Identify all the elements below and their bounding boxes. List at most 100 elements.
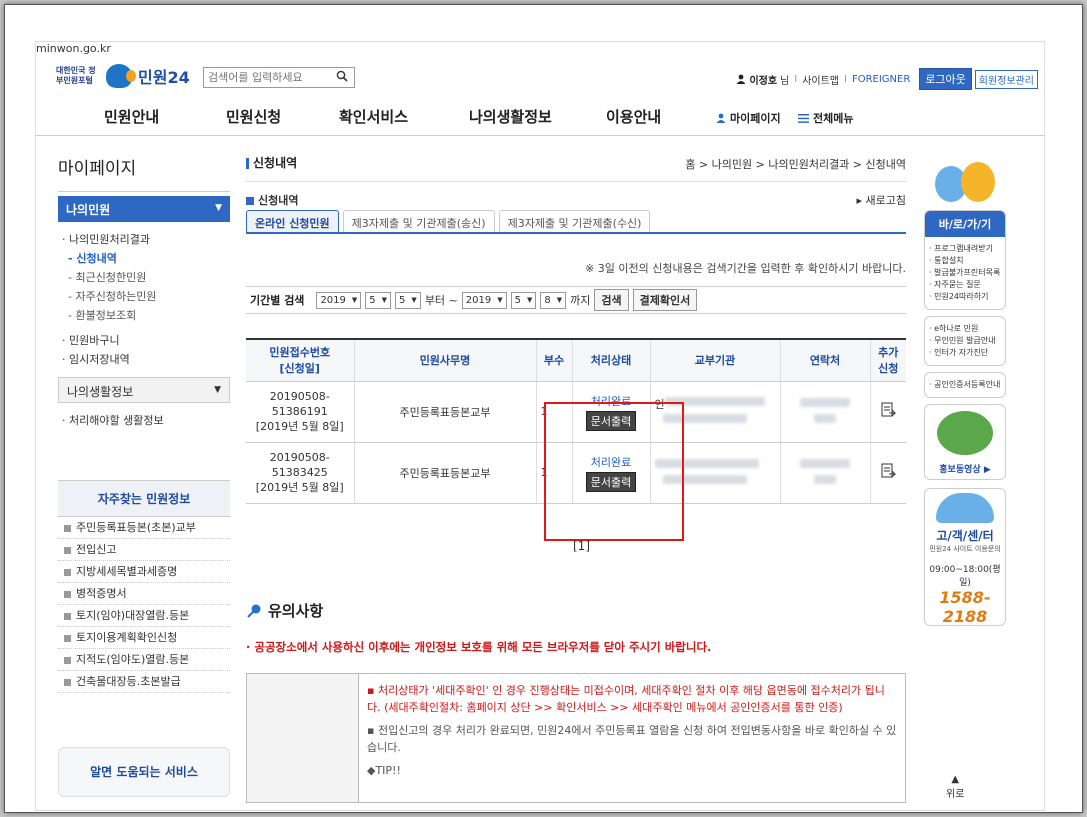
lnb-item-temp[interactable]: · 임시저장내역 [62,350,226,369]
quick-link[interactable]: · 민원24따라하기 [929,291,1001,303]
frequent-item-label: 병적증명서 [76,587,127,600]
quick-link-label: 민원24따라하기 [934,292,989,301]
gnb-item-guide[interactable]: 민원안내 [104,106,159,127]
chevron-down-icon: ▼ [351,296,358,304]
foreigner-link[interactable]: FOREIGNER [852,74,910,85]
frequent-item[interactable]: 건축물대장등.초본발급 [58,671,230,693]
quick-link-label: 무인민원 발급안내 [934,336,996,345]
table-header-row: 민원접수번호 [신청일] 민원사무명 부수 처리상태 교부기관 연락처 추가 신청 [246,339,906,382]
quick-links-title: 바/로/가/기 [925,211,1005,237]
from-year-select[interactable]: 2019 ▼ [316,291,362,309]
frequent-item-label: 지적도(임야도)열람.등본 [76,653,190,666]
lnb-item-refund[interactable]: - 환불정보조회 [62,306,226,325]
to-year-select[interactable]: 2019 ▼ [461,291,507,309]
tab-online[interactable]: 온라인 신청민원 [246,210,339,232]
scroll-top-label: 위로 [946,789,965,800]
quick-link[interactable]: · 프로그램내려받기 [929,243,1001,255]
to-text: 까지 [570,294,591,307]
from-day-select[interactable]: 5 ▼ [395,291,421,309]
gnb-allmenu-label: 전체메뉴 [813,112,854,125]
gov-label: 대한민국 정부민원포털 [56,66,96,85]
frequent-item[interactable]: 주민등록표등본(초본)교부 [58,517,230,539]
notice-text: ※ 3일 이전의 신청내용은 검색기간을 입력한 후 확인하시기 바랍니다. [585,262,906,275]
to-day-select[interactable]: 8 ▼ [540,291,567,309]
search-icon[interactable] [336,70,348,82]
gnb-allmenu[interactable]: 전체메뉴 [798,110,853,126]
lnb-section-my-minwon[interactable]: 나의민원 ▼ [58,196,230,222]
cert-guide-box[interactable]: · 공인인증서등록안내 [924,372,1006,398]
apply-date: [2019년 5월 8일] [255,420,344,433]
tab-third-party-received[interactable]: 제3자제출 및 기관제출(수신) [498,210,651,232]
refresh-link[interactable]: ▸ 새로고침 [857,192,907,208]
mascot-image [937,411,993,455]
tab-third-party-sent[interactable]: 제3자제출 및 기관제출(송신) [342,210,495,232]
search-button[interactable]: 검색 [594,289,629,311]
quick-link[interactable]: · 무인민원 발급안내 [929,335,1001,347]
lnb-section-life-info[interactable]: 나의생활정보 ▼ [58,377,230,403]
left-nav: 마이페이지 나의민원 ▼ · 나의민원처리결과 - 신청내역 - 최근신청한민원… [58,154,230,438]
caret-down-icon: ▼ [214,385,221,395]
caution-box-text: ▪ 처리상태가 '세대주확인' 인 경우 진행상태는 미접수이며, 세대주확인 … [359,674,905,802]
to-month-select[interactable]: 5 ▼ [510,291,537,309]
from-month-select[interactable]: 5 ▼ [365,291,392,309]
separator: I [844,73,847,85]
frequent-item[interactable]: 병적증명서 [58,583,230,605]
gnb-item-apply[interactable]: 민원신청 [226,106,281,127]
user-icon [736,74,746,84]
receipt-no-cell[interactable]: 20190508- 51383425 [2019년 5월 8일] [246,442,354,504]
reapply-icon[interactable] [880,402,897,418]
col-contact: 연락처 [779,339,870,382]
contact-cell [779,381,870,443]
frequent-item[interactable]: 토지(임야)대장열람.등본 [58,605,230,627]
receipt-no: 20190508- [269,390,330,403]
service-name-cell: 주민등록표등본교부 [353,442,536,504]
lnb-item-todo[interactable]: · 처리해야할 생활정보 [62,411,226,430]
page: 대한민국 정부민원포털 민원24 minwon.go.kr 이정호님 I 사이트… [35,41,1045,811]
frequent-item[interactable]: 전입신고 [58,539,230,561]
quick-link[interactable]: · 자주묻는 질문 [929,279,1001,291]
quick-link[interactable]: · e하나로 민원 [929,323,1001,335]
frequent-item[interactable]: 지방세세목별과세증명 [58,561,230,583]
promo-video-label: 홍보동영상 ▶ [925,462,1005,475]
quick-link[interactable]: · 발급불가프린터목록 [929,267,1001,279]
site-logo[interactable]: 대한민국 정부민원포털 민원24 [56,64,190,88]
quick-link[interactable]: · 인터가 자가진단 [929,347,1001,359]
lnb-item-recent[interactable]: - 최근신청한민원 [62,268,226,287]
select-value: 2019 [320,294,346,306]
select-value: 5 [514,294,521,306]
title-marker-icon [246,158,249,169]
quick-link-label: 프로그램내려받기 [934,244,993,253]
member-info-button[interactable]: 회원정보관리 [974,69,1038,89]
pagination[interactable]: [1] [573,539,590,553]
frequent-item-label: 토지(임야)대장열람.등본 [76,609,190,622]
lnb-item-basket[interactable]: · 민원바구니 [62,331,226,350]
select-value: 5 [369,294,376,306]
receipt-no-cell[interactable]: 20190508- 51386191 [2019년 5월 8일] [246,381,354,443]
gnb-item-life-info[interactable]: 나의생활정보 [469,106,552,127]
mypage-icon [716,113,726,123]
lnb-item-history[interactable]: - 신청내역 [62,249,226,268]
help-services-box[interactable]: 알면 도움되는 서비스 [58,747,230,797]
quick-link[interactable]: · 통합설치 [929,255,1001,267]
gnb-mypage[interactable]: 마이페이지 [716,110,781,126]
gnb-item-usage[interactable]: 이용안내 [606,106,661,127]
reapply-icon[interactable] [880,463,897,479]
promo-video-box[interactable]: 홍보동영상 ▶ [924,404,1006,480]
scroll-top-button[interactable]: ▲ 위로 [946,774,964,800]
lnb-item-results[interactable]: · 나의민원처리결과 [62,230,226,249]
lnb-item-frequent[interactable]: - 자주신청하는민원 [62,287,226,306]
service-name-cell: 주민등록표등본교부 [353,381,536,443]
logout-button[interactable]: 로그아웃 [919,68,972,90]
sitemap-link[interactable]: 사이트맵 [802,72,839,87]
gnb-item-verify[interactable]: 확인서비스 [339,106,408,127]
brand-name: 민원24 [138,68,190,87]
frequent-item[interactable]: 토지이용계획확인신청 [58,627,230,649]
search-input[interactable] [204,68,324,87]
bullet-icon [64,546,71,554]
payment-confirm-button[interactable]: 결제확인서 [632,289,698,311]
frequent-item[interactable]: 지적도(임야도)열람.등본 [58,649,230,671]
frequent-item-label: 건축물대장등.초본발급 [76,675,181,688]
apply-date: [2019년 5월 8일] [255,481,344,494]
lnb-item-label: 자주신청하는민원 [75,290,157,303]
caution-box-side [247,674,359,802]
